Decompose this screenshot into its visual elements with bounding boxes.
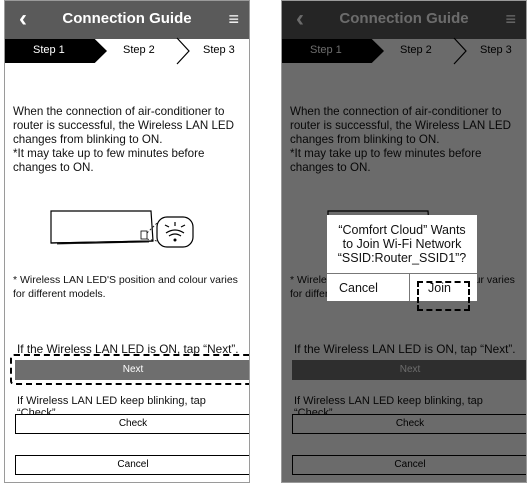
dialog-message-line-2: to Join Wi-Fi Network <box>342 237 462 251</box>
dialog-divider <box>327 273 477 274</box>
dialog-button-separator <box>409 274 410 301</box>
instruction-line-1: When the connection of air-conditioner t… <box>13 105 235 146</box>
check-button[interactable]: Check <box>15 414 249 434</box>
chevron-right-icon <box>176 37 190 65</box>
instruction-line-2: *It may take up to few minutes before ch… <box>13 147 205 174</box>
step-3-label: Step 3 <box>203 44 235 56</box>
menu-icon[interactable]: ≡ <box>228 7 239 31</box>
air-conditioner-illustration <box>50 210 194 248</box>
page-title: Connection Guide <box>62 10 192 27</box>
step-1-label: Step 1 <box>33 44 65 56</box>
dialog-cancel-button[interactable]: Cancel <box>339 281 378 295</box>
connection-guide-screen: ‹ Connection Guide ≡ Step 1 Step 2 Step … <box>4 0 250 483</box>
dialog-message-line-3: “SSID:Router_SSID1”? <box>337 251 467 265</box>
cancel-button[interactable]: Cancel <box>15 455 249 475</box>
led-position-note: * Wireless LAN LED'S position and colour… <box>13 274 238 300</box>
instruction-text: When the connection of air-conditioner t… <box>13 105 243 175</box>
join-highlight-outline <box>417 281 470 311</box>
app-header: ‹ Connection Guide ≡ <box>5 1 249 39</box>
dialog-message-line-1: “Comfort Cloud” Wants <box>338 223 466 237</box>
step-1-tab: Step 1 <box>5 39 107 63</box>
connection-guide-screen-dialog: ‹ Connection Guide ≡ Step 1 Step 2 Step … <box>281 0 527 483</box>
step-indicator: Step 1 Step 2 Step 3 <box>5 37 249 65</box>
next-highlight-outline <box>10 354 249 385</box>
dialog-message: “Comfort Cloud” Wants to Join Wi-Fi Netw… <box>327 223 477 265</box>
step-2-label: Step 2 <box>123 44 155 56</box>
